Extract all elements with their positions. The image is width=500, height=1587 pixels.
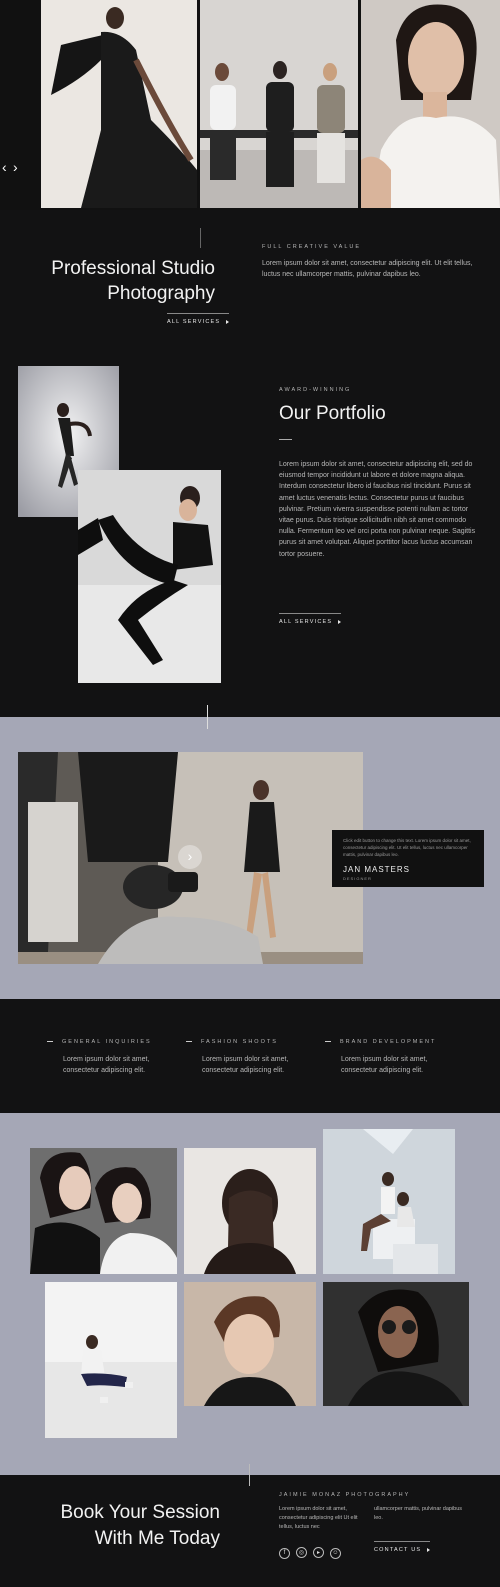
footer-title: Book Your Session With Me Today bbox=[0, 1500, 220, 1552]
social-icons: f ◎ ▸ ☺ bbox=[279, 1541, 347, 1559]
facebook-icon[interactable]: f bbox=[279, 1547, 290, 1559]
service-title: GENERAL INQUIRIES bbox=[62, 1039, 152, 1045]
divider-line bbox=[249, 1464, 250, 1486]
prev-arrow-button[interactable]: ‹ bbox=[2, 160, 7, 174]
portfolio-title-underline bbox=[279, 439, 292, 440]
dash-icon bbox=[186, 1041, 192, 1043]
hero-photo-portrait bbox=[361, 0, 500, 208]
arrow-right-icon bbox=[427, 1547, 431, 1552]
testimonial-text: Click edit button to change this text. L… bbox=[343, 838, 471, 857]
feature-photo-studio: › bbox=[18, 752, 363, 964]
portfolio-services-link[interactable]: ALL SERVICES bbox=[279, 610, 342, 628]
service-text: Lorem ipsum dolor sit amet, consectetur … bbox=[341, 1056, 428, 1075]
footer-brand: JAIMIE MONAZ PHOTOGRAPHY bbox=[279, 1492, 411, 1498]
portfolio-services-label: ALL SERVICES bbox=[279, 619, 333, 625]
portfolio-kicker: AWARD-WINNING bbox=[279, 387, 352, 393]
intro-kicker: FULL CREATIVE VALUE bbox=[262, 244, 362, 250]
testimonial-card: Click edit button to change this text. L… bbox=[332, 830, 484, 887]
youtube-icon[interactable]: ▸ bbox=[313, 1547, 324, 1558]
intro-title-line1: Professional Studio bbox=[51, 258, 215, 279]
divider-line bbox=[207, 705, 208, 729]
snapchat-icon[interactable]: ☺ bbox=[330, 1547, 341, 1559]
service-text: Lorem ipsum dolor sit amet, consectetur … bbox=[63, 1056, 150, 1075]
play-next-button[interactable]: › bbox=[178, 845, 202, 869]
arrow-right-icon bbox=[226, 319, 230, 324]
hero-photo-group bbox=[200, 0, 358, 208]
divider-line bbox=[200, 228, 201, 248]
intro-services-link[interactable]: ALL SERVICES bbox=[167, 310, 230, 328]
footer-title-line2: With Me Today bbox=[94, 1528, 220, 1549]
portfolio-text: Lorem ipsum dolor sit amet, consectetur … bbox=[279, 461, 476, 558]
dash-icon bbox=[47, 1041, 53, 1043]
footer-col1: Lorem ipsum dolor sit amet, consectetur … bbox=[279, 1506, 358, 1530]
testimonial-role: DESIGNER bbox=[343, 876, 372, 881]
contact-link[interactable]: CONTACT US bbox=[374, 1538, 431, 1556]
service-general-inquiries: GENERAL INQUIRIES Lorem ipsum dolor sit … bbox=[47, 1039, 177, 1076]
gallery-photo-sitting bbox=[45, 1282, 177, 1438]
portfolio-photo-model bbox=[78, 470, 221, 683]
intro-text: Lorem ipsum dolor sit amet, consectetur … bbox=[262, 260, 473, 279]
footer-col2: ullamcorper mattis, pulvinar dapibus leo… bbox=[374, 1506, 463, 1521]
hero-photo-dancer bbox=[41, 0, 197, 208]
service-text: Lorem ipsum dolor sit amet, consectetur … bbox=[202, 1056, 289, 1075]
service-title: BRAND DEVELOPMENT bbox=[340, 1039, 437, 1045]
intro-title: Professional Studio Photography bbox=[0, 256, 215, 306]
gallery-photo-boy bbox=[184, 1282, 316, 1406]
portfolio-title: Our Portfolio bbox=[279, 403, 386, 424]
service-fashion-shoots: FASHION SHOOTS Lorem ipsum dolor sit ame… bbox=[186, 1039, 316, 1076]
intro-services-label: ALL SERVICES bbox=[167, 319, 221, 325]
gallery-photo-duo bbox=[30, 1148, 177, 1274]
gallery-photo-hands bbox=[184, 1148, 316, 1274]
footer-title-line1: Book Your Session bbox=[60, 1502, 220, 1523]
gallery-photo-couple bbox=[323, 1129, 455, 1274]
service-title: FASHION SHOOTS bbox=[201, 1039, 278, 1045]
gallery-photo-sunglasses bbox=[323, 1282, 469, 1406]
intro-title-line2: Photography bbox=[107, 283, 215, 304]
arrow-right-icon bbox=[338, 619, 342, 624]
contact-label: CONTACT US bbox=[374, 1547, 422, 1553]
hero-gallery: ‹ › bbox=[0, 0, 500, 210]
next-arrow-button[interactable]: › bbox=[13, 160, 18, 174]
dash-icon bbox=[325, 1041, 331, 1043]
service-brand-development: BRAND DEVELOPMENT Lorem ipsum dolor sit … bbox=[325, 1039, 455, 1076]
testimonial-name: JAN MASTERS bbox=[343, 865, 411, 874]
instagram-icon[interactable]: ◎ bbox=[296, 1547, 307, 1558]
